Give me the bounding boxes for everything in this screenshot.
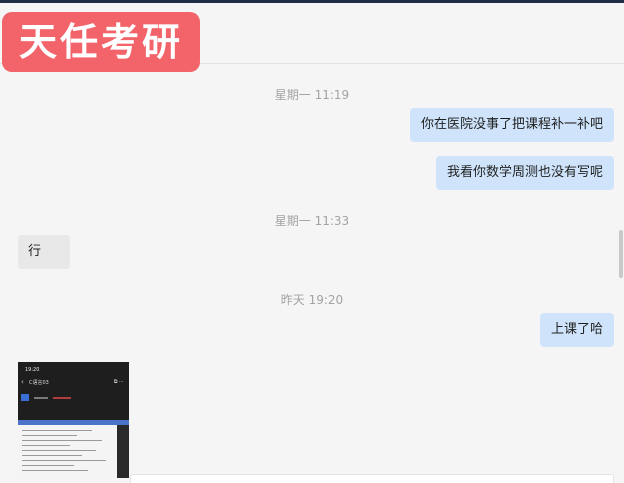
sent-message-bubble[interactable]: 你在医院没事了把课程补一补吧 (409, 108, 614, 142)
thumb-text-line (53, 397, 71, 399)
thumb-menu-icon: ⧉ ⋯ (113, 379, 124, 385)
thumb-doc-line (22, 455, 82, 456)
sent-message-bubble[interactable]: 我看你数学周测也没有写呢 (435, 156, 614, 190)
thumb-doc-sidebar (117, 425, 129, 478)
message-timestamp: 星期一 11:33 (274, 214, 350, 228)
sent-message-bubble[interactable]: 上课了哈 (539, 313, 614, 347)
thumb-doc-line (22, 450, 96, 451)
thumb-doc-line (22, 445, 70, 446)
message-input-area[interactable] (130, 474, 614, 483)
chat-scrollbar[interactable] (619, 230, 623, 278)
thumb-text-line (34, 397, 48, 399)
message-timestamp: 星期一 11:19 (274, 88, 350, 102)
thumb-doc-line (22, 460, 106, 461)
thumb-doc-line (22, 465, 74, 466)
thumb-doc-line (22, 470, 88, 471)
thumb-document (18, 420, 129, 478)
watermark-logo: 天任考研 (2, 12, 200, 72)
received-message-bubble[interactable]: 行 (18, 235, 70, 269)
thumb-doc-header (18, 420, 129, 425)
message-timestamp: 昨天 19:20 (280, 293, 344, 307)
thumb-doc-line (22, 440, 102, 441)
thumb-app-icon (21, 394, 29, 401)
thumb-page-title: C语言03 (29, 380, 49, 386)
thumb-doc-line (22, 435, 77, 436)
thumb-status-time: 19:20 (25, 367, 40, 373)
received-image-message[interactable]: 19:20 ‹ C语言03 ⧉ ⋯ (18, 362, 129, 478)
thumb-back-icon: ‹ (21, 378, 24, 386)
thumb-doc-line (22, 430, 92, 431)
